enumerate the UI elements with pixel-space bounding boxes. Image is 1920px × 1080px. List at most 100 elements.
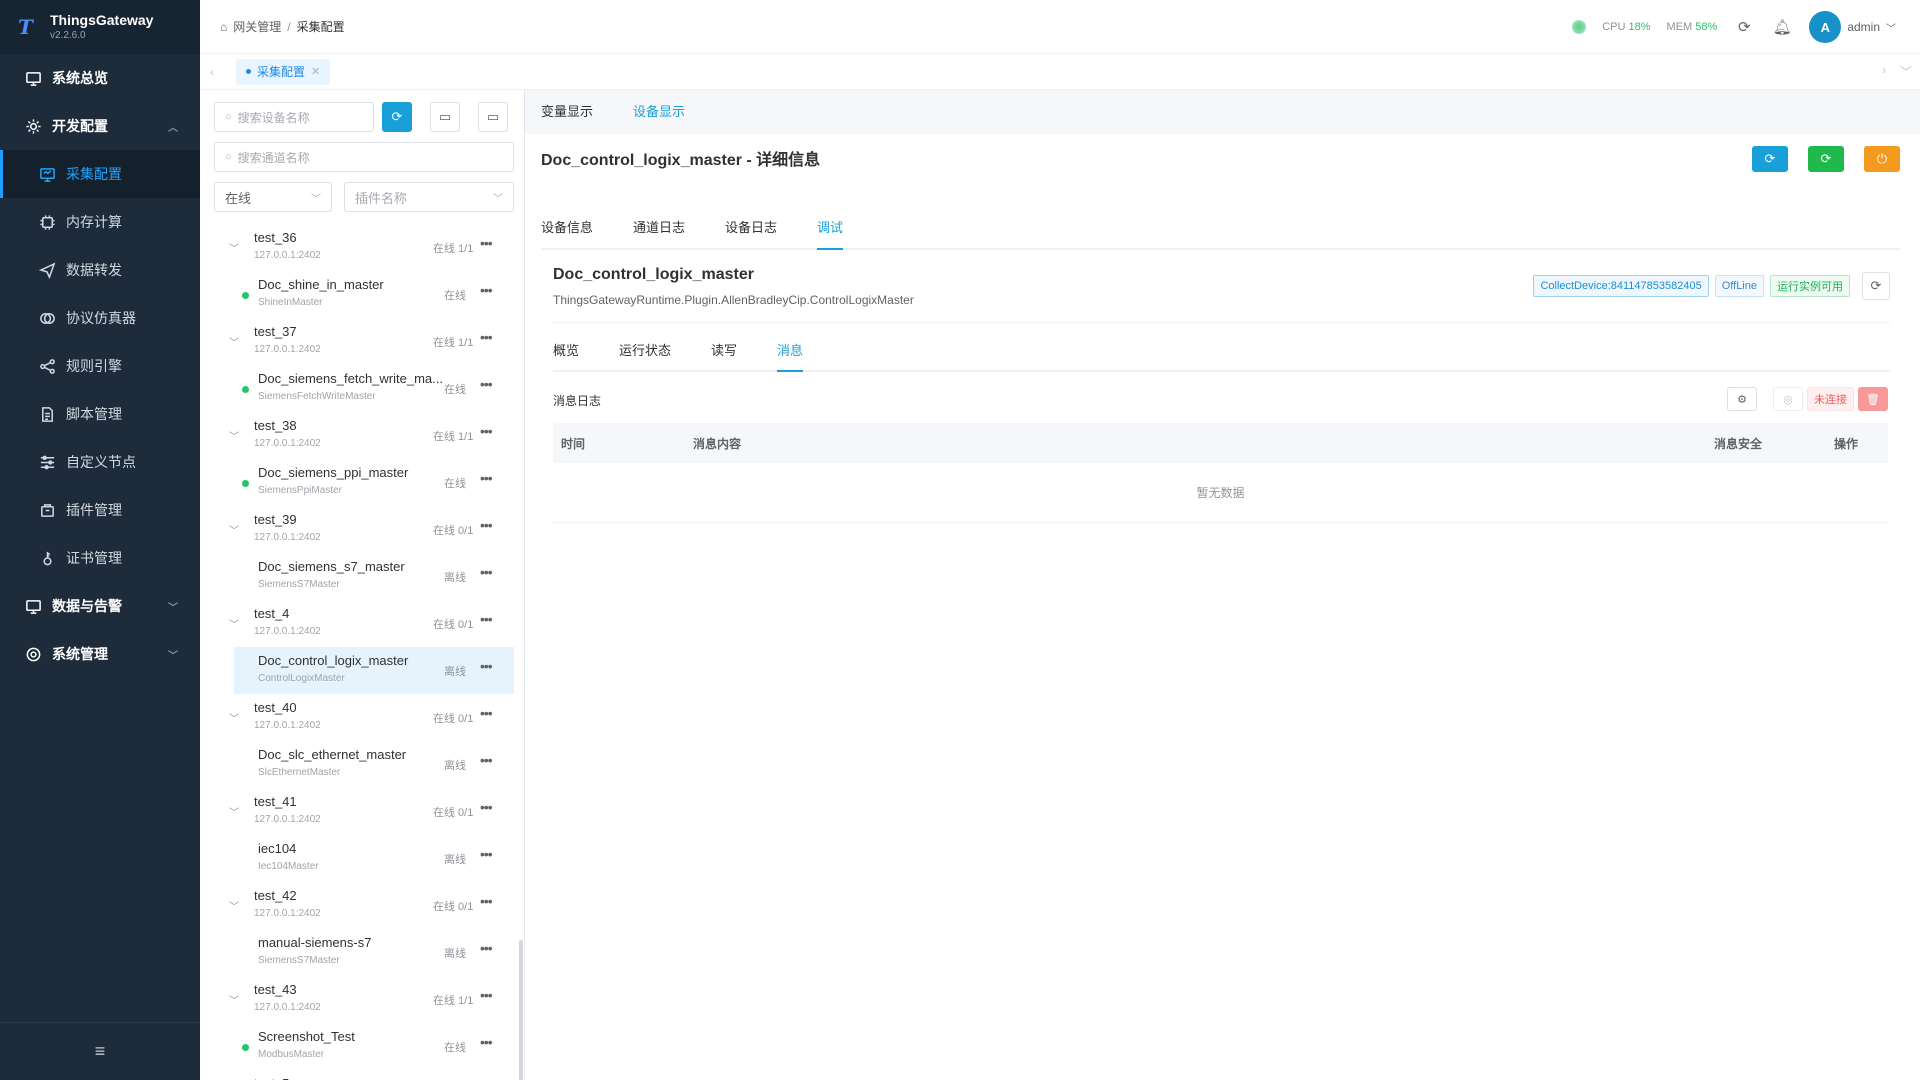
scrollbar[interactable]: [519, 940, 523, 1080]
menu-group-dev-config[interactable]: 开发配置 ︿: [0, 102, 200, 150]
more-icon[interactable]: •••: [480, 658, 493, 674]
chevron-down-icon[interactable]: ﹀: [229, 334, 239, 349]
search-channel-input[interactable]: ○ 搜索通道名称: [214, 142, 514, 172]
restart-button[interactable]: ⟳: [1752, 146, 1788, 172]
home-icon[interactable]: ⌂: [220, 20, 227, 34]
close-icon[interactable]: ✕: [311, 65, 320, 78]
menu-group-data-alarm[interactable]: 数据与告警 ﹀: [0, 582, 200, 630]
pause-button[interactable]: ◎: [1773, 387, 1803, 411]
view-button[interactable]: ▭: [478, 102, 508, 132]
tree-leaf[interactable]: Doc_siemens_ppi_master SiemensPpiMaster 在线…: [200, 459, 524, 506]
menu-collapse-icon[interactable]: ≡: [0, 1022, 200, 1080]
node-name: test_43: [254, 982, 297, 997]
more-icon[interactable]: •••: [480, 517, 493, 533]
tree-node[interactable]: ﹀test_5: [200, 1070, 524, 1080]
tree-node[interactable]: ﹀ test_42 127.0.0.1:2402 在线 0/1 •••: [200, 882, 524, 929]
stop-button[interactable]: ⏻: [1864, 146, 1900, 172]
tree-leaf[interactable]: Doc_control_logix_master ControlLogixMast…: [234, 647, 514, 694]
menu-item-plugin-mgmt[interactable]: 插件管理: [0, 486, 200, 534]
chevron-down-icon[interactable]: ﹀: [229, 240, 239, 255]
more-icon[interactable]: •••: [480, 940, 493, 956]
menu-group-sys-mgmt[interactable]: 系统管理 ﹀: [0, 630, 200, 678]
menu-item-overview[interactable]: 系统总览: [0, 54, 200, 102]
more-icon[interactable]: •••: [480, 329, 493, 345]
more-icon[interactable]: •••: [480, 987, 493, 1003]
more-icon[interactable]: •••: [480, 1034, 493, 1050]
tree-node[interactable]: ﹀ test_38 127.0.0.1:2402 在线 1/1 •••: [200, 412, 524, 459]
chevron-down-icon[interactable]: ﹀: [229, 992, 239, 1007]
device-name: Doc_siemens_fetch_write_ma...: [258, 371, 443, 386]
tree-node[interactable]: ﹀ test_36 127.0.0.1:2402 在线 1/1 •••: [200, 224, 524, 271]
start-button[interactable]: ⟳: [1808, 146, 1844, 172]
refresh-icon[interactable]: ⟳: [1862, 272, 1890, 300]
menu-item-collect-config[interactable]: 采集配置: [0, 150, 200, 198]
plugin-select[interactable]: 插件名称 ﹀: [344, 182, 514, 212]
scroll-right-icon[interactable]: ›: [1882, 63, 1886, 80]
refresh-button[interactable]: ⟳: [382, 102, 412, 132]
menu-item-cert-mgmt[interactable]: 证书管理: [0, 534, 200, 582]
more-icon[interactable]: •••: [480, 611, 493, 627]
more-icon[interactable]: •••: [480, 799, 493, 815]
more-icon[interactable]: •••: [480, 282, 493, 298]
menu-item-rule-engine[interactable]: 规则引擎: [0, 342, 200, 390]
status-select[interactable]: 在线 ﹀: [214, 182, 332, 212]
tree-leaf[interactable]: Doc_siemens_fetch_write_ma... SiemensFetc…: [200, 365, 524, 412]
user-menu[interactable]: A admin ﹀: [1809, 11, 1896, 43]
tree-node[interactable]: ﹀ test_39 127.0.0.1:2402 在线 0/1 •••: [200, 506, 524, 553]
tree-node[interactable]: ﹀ test_41 127.0.0.1:2402 在线 0/1 •••: [200, 788, 524, 835]
search-device-input[interactable]: ○ 搜索设备名称: [214, 102, 374, 132]
more-icon[interactable]: •••: [480, 705, 493, 721]
more-icon[interactable]: •••: [480, 376, 493, 392]
more-icon[interactable]: •••: [480, 235, 493, 251]
clear-button[interactable]: 🗑︎: [1858, 387, 1888, 411]
tab-overview[interactable]: 概览: [553, 330, 579, 370]
tab-read-write[interactable]: 读写: [711, 330, 737, 370]
refresh-icon[interactable]: ⟳: [1733, 16, 1755, 38]
tab-device-view[interactable]: 设备显示: [633, 90, 685, 134]
breadcrumb-parent[interactable]: 网关管理: [233, 18, 281, 35]
chevron-down-icon[interactable]: ﹀: [229, 428, 239, 443]
tree-leaf[interactable]: Screenshot_Test ModbusMaster 在线 •••: [200, 1023, 524, 1070]
menu-item-script-mgmt[interactable]: 脚本管理: [0, 390, 200, 438]
tree-leaf[interactable]: manual-siemens-s7 SiemensS7Master 离线 •••: [200, 929, 524, 976]
settings-button[interactable]: ⚙: [1727, 387, 1757, 411]
more-icon[interactable]: •••: [480, 564, 493, 580]
tree-node[interactable]: ﹀ test_4 127.0.0.1:2402 在线 0/1 •••: [200, 600, 524, 647]
chevron-down-icon[interactable]: ﹀: [229, 616, 239, 631]
export-button[interactable]: ▭: [430, 102, 460, 132]
tab-device-log[interactable]: 设备日志: [725, 206, 777, 248]
tab-device-info[interactable]: 设备信息: [541, 206, 593, 248]
scroll-left-icon[interactable]: ‹: [200, 65, 224, 79]
tab-debug[interactable]: 调试: [817, 206, 844, 250]
menu-item-custom-node[interactable]: 自定义节点: [0, 438, 200, 486]
page-tab-collect-config[interactable]: 采集配置 ✕: [236, 58, 331, 85]
not-connected-button[interactable]: 未连接: [1807, 387, 1854, 411]
tab-channel-log[interactable]: 通道日志: [633, 206, 685, 248]
tab-messages[interactable]: 消息: [777, 330, 804, 372]
tree-leaf[interactable]: Doc_shine_in_master ShineInMaster 在线 •••: [200, 271, 524, 318]
menu-item-data-forward[interactable]: 数据转发: [0, 246, 200, 294]
menu-item-memory-calc[interactable]: 内存计算: [0, 198, 200, 246]
tree-node[interactable]: ﹀ test_37 127.0.0.1:2402 在线 1/1 •••: [200, 318, 524, 365]
breadcrumb-separator: /: [287, 19, 291, 34]
chevron-down-icon[interactable]: ﹀: [229, 522, 239, 537]
chevron-down-icon[interactable]: ﹀: [229, 898, 239, 913]
more-icon[interactable]: •••: [480, 893, 493, 909]
menu-label: 数据与告警: [52, 598, 122, 614]
tree-leaf[interactable]: Doc_siemens_s7_master SiemensS7Master 离线 ••…: [200, 553, 524, 600]
chevron-down-icon[interactable]: ﹀: [1900, 63, 1912, 80]
tab-variable-view[interactable]: 变量显示: [541, 90, 593, 134]
tree-leaf[interactable]: iec104 Iec104Master 离线 •••: [200, 835, 524, 882]
more-icon[interactable]: •••: [480, 846, 493, 862]
more-icon[interactable]: •••: [480, 470, 493, 486]
tab-run-state[interactable]: 运行状态: [619, 330, 671, 370]
tree-node[interactable]: ﹀ test_43 127.0.0.1:2402 在线 1/1 •••: [200, 976, 524, 1023]
tree-leaf[interactable]: Doc_slc_ethernet_master SlcEthernetMaster…: [200, 741, 524, 788]
chevron-down-icon[interactable]: ﹀: [229, 804, 239, 819]
tree-node[interactable]: ﹀ test_40 127.0.0.1:2402 在线 0/1 •••: [200, 694, 524, 741]
more-icon[interactable]: •••: [480, 423, 493, 439]
bell-icon[interactable]: 🔔︎: [1771, 16, 1793, 38]
more-icon[interactable]: •••: [480, 752, 493, 768]
chevron-down-icon[interactable]: ﹀: [229, 710, 239, 725]
menu-item-protocol-sim[interactable]: 协议仿真器: [0, 294, 200, 342]
